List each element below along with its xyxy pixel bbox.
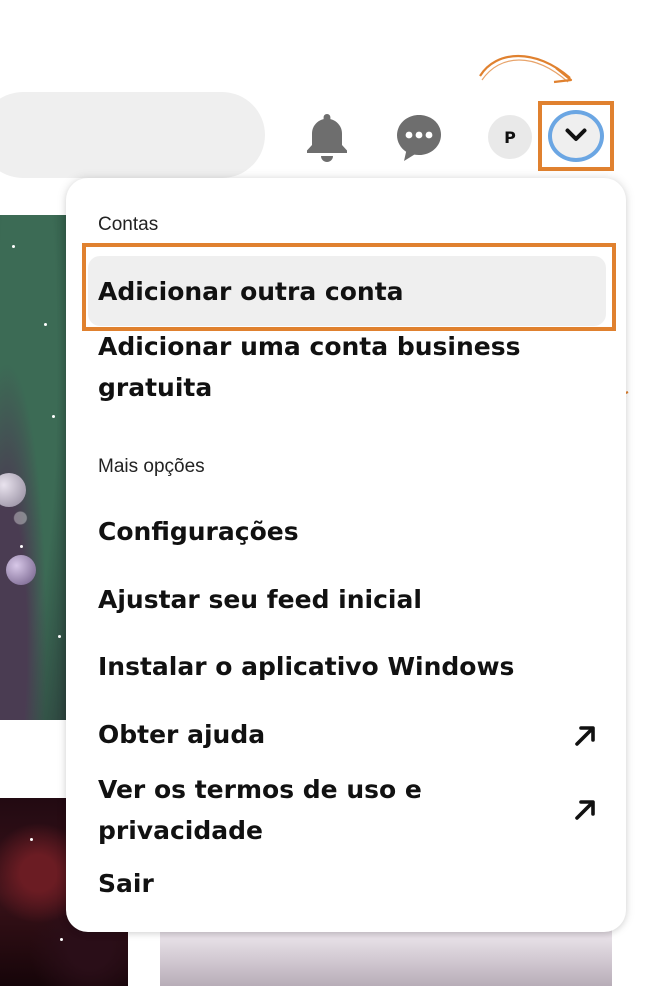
bell-icon[interactable] [302, 110, 352, 166]
menu-item-terms-privacy[interactable]: Ver os termos de uso e privacidade [98, 769, 568, 851]
account-dropdown-menu: Contas Adicionar outra conta Adicionar u… [66, 178, 626, 932]
menu-item-settings[interactable]: Configurações [98, 511, 568, 552]
annotation-arrow-top [479, 55, 573, 84]
search-bar[interactable] [0, 92, 265, 178]
account-menu-button[interactable] [548, 110, 604, 162]
external-link-icon [575, 726, 595, 746]
section-label-more-options: Mais opções [98, 456, 205, 477]
external-link-icon [575, 800, 595, 820]
menu-item-label: privacidade [98, 816, 263, 845]
menu-item-install-app[interactable]: Instalar o aplicativo Windows [98, 646, 568, 687]
menu-item-label: Ver os termos de uso e [98, 775, 422, 804]
highlight-frame [82, 243, 616, 331]
menu-item-get-help[interactable]: Obter ajuda [98, 714, 568, 755]
pin-image-space[interactable] [0, 215, 68, 720]
section-label-accounts: Contas [98, 214, 159, 235]
chevron-down-icon [565, 127, 587, 146]
menu-item-add-business-account[interactable]: Adicionar uma conta business gratuita [98, 326, 568, 408]
avatar-initial: P [504, 127, 516, 147]
chat-icon[interactable] [394, 112, 444, 164]
menu-item-label: gratuita [98, 373, 213, 402]
menu-item-label: Obter ajuda [98, 720, 266, 749]
menu-item-logout[interactable]: Sair [98, 863, 568, 904]
menu-item-tune-feed[interactable]: Ajustar seu feed inicial [98, 579, 568, 620]
menu-item-label: Adicionar uma conta business [98, 332, 521, 361]
avatar[interactable]: P [488, 115, 532, 159]
